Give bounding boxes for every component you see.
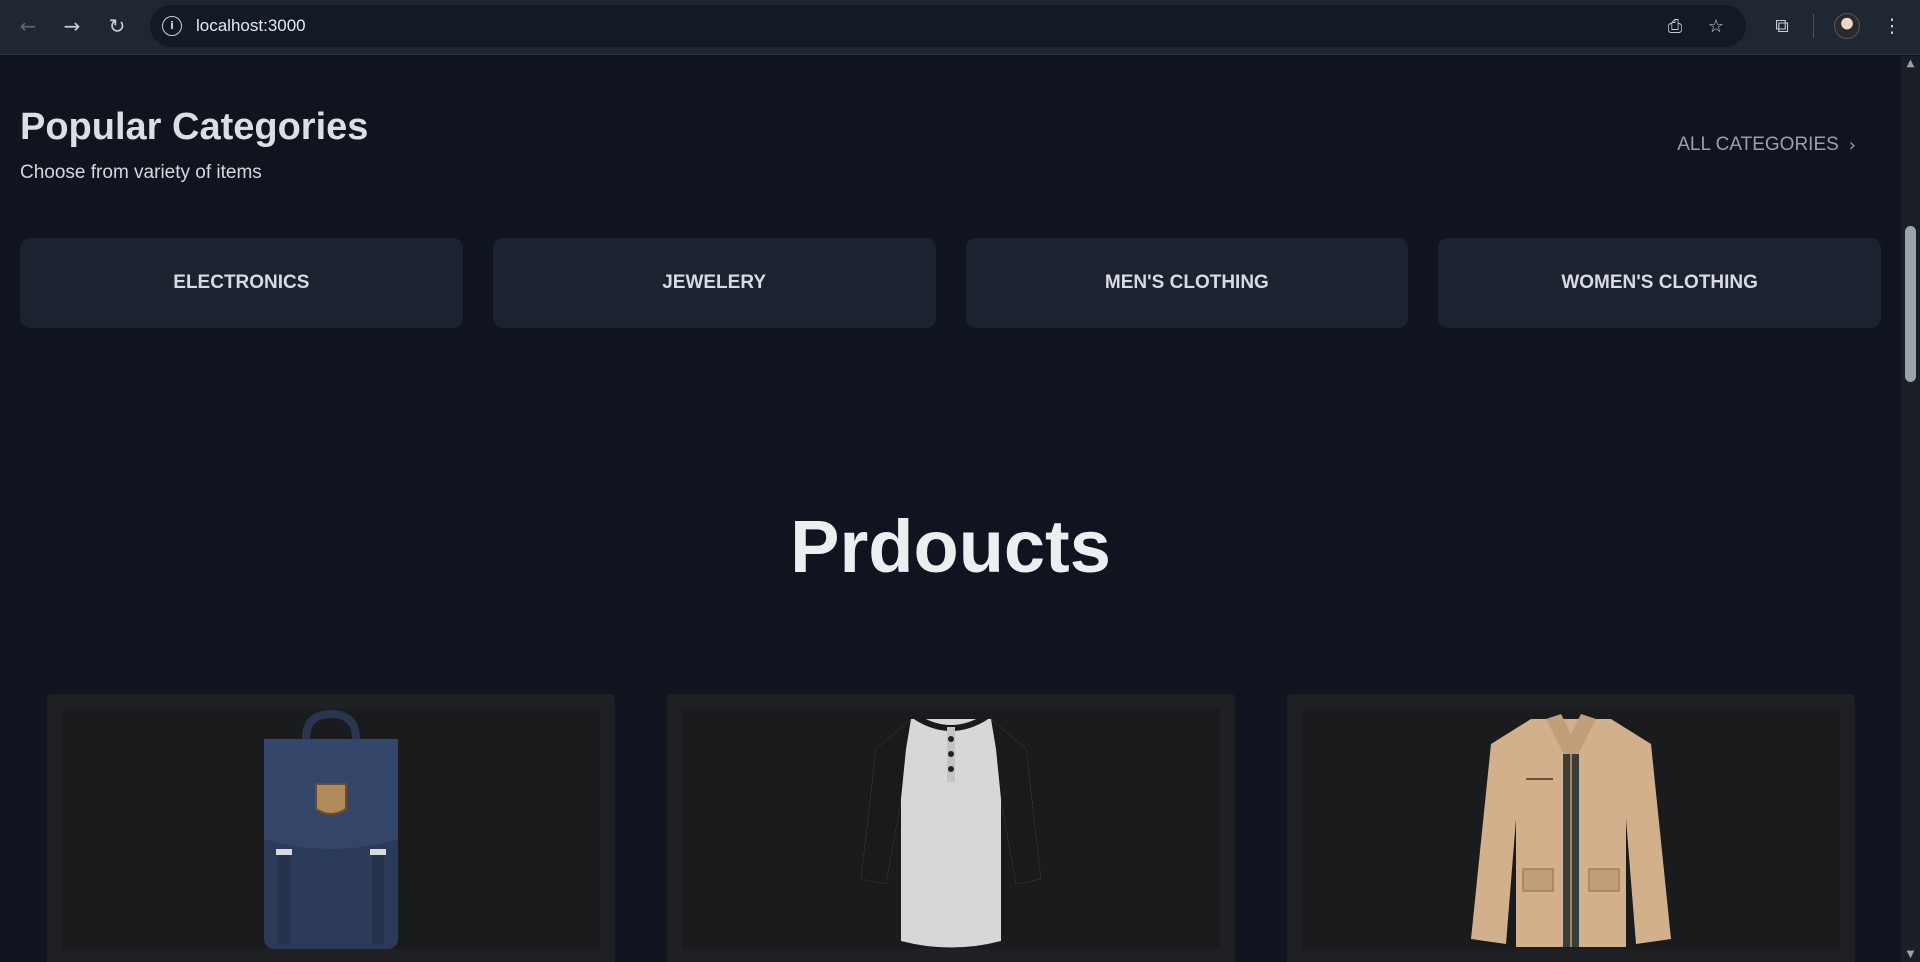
backpack-image bbox=[264, 709, 398, 949]
puzzle-icon[interactable]: ⧉ bbox=[1768, 12, 1796, 40]
product-card[interactable] bbox=[667, 694, 1235, 962]
categories-subtitle: Choose from variety of items bbox=[20, 162, 262, 183]
page-scrollbar[interactable]: ▲ ▼ bbox=[1901, 56, 1920, 962]
product-card[interactable] bbox=[47, 694, 615, 962]
category-label: JEWELERY bbox=[662, 272, 767, 293]
product-card[interactable] bbox=[1287, 694, 1855, 962]
kebab-icon[interactable]: ⋮ bbox=[1878, 12, 1906, 40]
scroll-up-icon[interactable]: ▲ bbox=[1901, 58, 1920, 69]
page-content: Popular Categories Choose from variety o… bbox=[0, 56, 1901, 962]
product-image-jacket[interactable] bbox=[1302, 709, 1840, 949]
category-list: ELECTRONICS JEWELERY MEN'S CLOTHING WOME… bbox=[20, 238, 1881, 328]
product-image-backpack[interactable] bbox=[62, 709, 600, 949]
all-categories-label: ALL CATEGORIES bbox=[1677, 134, 1839, 155]
product-image-henley-shirt[interactable] bbox=[682, 709, 1220, 949]
category-card-mens-clothing[interactable]: MEN'S CLOTHING bbox=[965, 238, 1409, 328]
category-card-womens-clothing[interactable]: WOMEN'S CLOTHING bbox=[1438, 238, 1881, 328]
url-text[interactable]: localhost:3000 bbox=[196, 16, 306, 36]
category-label: MEN'S CLOTHING bbox=[1104, 272, 1269, 293]
chevron-right-icon: › bbox=[1848, 134, 1856, 156]
avatar[interactable] bbox=[1834, 13, 1860, 39]
all-categories-link[interactable]: ALL CATEGORIES › bbox=[1677, 134, 1856, 156]
star-icon[interactable]: ☆ bbox=[1703, 14, 1729, 40]
toolbar-divider bbox=[1813, 14, 1814, 38]
category-label: WOMEN'S CLOTHING bbox=[1561, 272, 1758, 293]
categories-title: Popular Categories bbox=[20, 106, 369, 148]
product-grid bbox=[47, 694, 1855, 962]
category-label: ELECTRONICS bbox=[173, 272, 310, 293]
forward-button[interactable]: → bbox=[58, 12, 86, 40]
info-icon[interactable]: i bbox=[162, 16, 182, 36]
arrow-right-icon: → bbox=[63, 14, 81, 38]
reload-button[interactable]: ↻ bbox=[103, 12, 131, 40]
address-bar[interactable]: i localhost:3000 ⎙ ☆ bbox=[150, 5, 1746, 47]
browser-toolbar: ← → ↻ i localhost:3000 ⎙ ☆ ⧉ ⋮ bbox=[0, 0, 1920, 55]
reload-icon: ↻ bbox=[108, 14, 126, 38]
scrollbar-thumb[interactable] bbox=[1905, 226, 1916, 382]
products-title: Prdoucts bbox=[790, 505, 1111, 588]
scroll-down-icon[interactable]: ▼ bbox=[1901, 949, 1920, 960]
back-button[interactable]: ← bbox=[14, 12, 42, 40]
jacket-image bbox=[1471, 714, 1671, 947]
install-icon[interactable]: ⎙ bbox=[1662, 14, 1688, 40]
category-card-electronics[interactable]: ELECTRONICS bbox=[20, 238, 463, 328]
category-card-jewelery[interactable]: JEWELERY bbox=[492, 238, 936, 328]
henley-shirt-image bbox=[861, 714, 1041, 948]
arrow-left-icon: ← bbox=[19, 14, 37, 38]
